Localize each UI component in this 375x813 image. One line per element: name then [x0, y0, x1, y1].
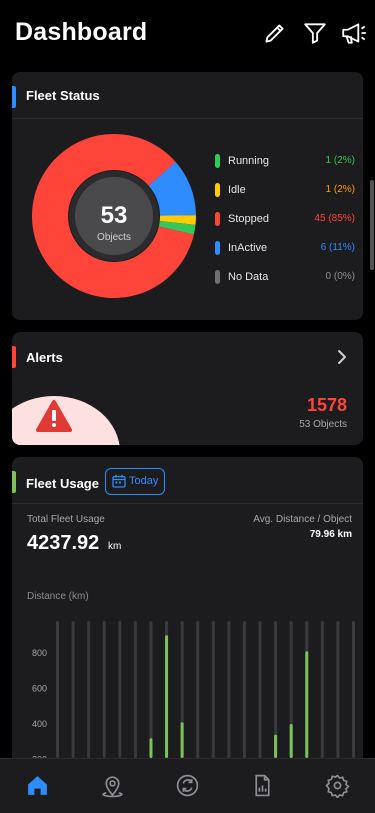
legend-running-value: 1 (2%) [325, 155, 355, 166]
fleet-status-title: Fleet Status [26, 88, 100, 103]
today-filter-label: Today [129, 475, 159, 487]
refresh-circle-icon [176, 774, 199, 797]
bar-track [352, 621, 355, 758]
legend-idle[interactable]: Idle 1 (2%) [215, 182, 355, 198]
bar-track [336, 621, 340, 758]
page-scrollbar[interactable] [370, 180, 374, 270]
fleet-usage-bar-chart[interactable]: 200400600800 [12, 607, 363, 758]
report-document-icon [255, 774, 270, 797]
fleet-status-accent [12, 86, 16, 108]
legend-stopped[interactable]: Stopped 45 (85%) [215, 211, 355, 227]
fleet-status-header: Fleet Status [12, 72, 363, 119]
bar-track [87, 621, 91, 758]
legend-no-data-marker [215, 270, 220, 284]
usage-bar[interactable] [274, 734, 278, 758]
legend-stopped-value: 45 (85%) [314, 213, 355, 224]
bar-track [227, 621, 231, 758]
legend-inactive[interactable]: InActive 6 (11%) [215, 240, 355, 256]
legend-running-marker [215, 154, 220, 168]
fleet-usage-card[interactable]: Fleet Usage Today Total Fleet Usage 4237… [12, 457, 363, 758]
fleet-status-donut-chart[interactable]: 53 Objects [30, 132, 198, 300]
chart-y-axis-label: Distance (km) [27, 591, 89, 602]
legend-idle-value: 1 (2%) [325, 184, 355, 195]
usage-bar[interactable] [305, 651, 309, 758]
bar-track [102, 621, 106, 758]
filter-icon[interactable] [302, 20, 328, 46]
alerts-title: Alerts [26, 350, 63, 365]
bar-track [258, 621, 262, 758]
nav-location[interactable] [75, 759, 150, 813]
bar-track [149, 621, 153, 758]
nav-live[interactable] [150, 759, 225, 813]
fleet-usage-accent [12, 471, 16, 493]
alerts-accent [12, 346, 16, 368]
alerts-header[interactable]: Alerts [12, 332, 363, 378]
fleet-status-card[interactable]: Fleet Status 53 Objects Running 1 (2%) I… [12, 72, 363, 320]
avg-distance-label: Avg. Distance / Object [253, 514, 352, 525]
home-icon [28, 776, 47, 795]
megaphone-icon[interactable] [340, 20, 368, 46]
total-fleet-usage-value: 4237.92 [27, 532, 100, 554]
bar-track [242, 621, 246, 758]
bar-track [133, 621, 137, 758]
fleet-usage-header: Fleet Usage Today [12, 457, 363, 504]
y-tick-label: 600 [32, 684, 47, 694]
donut-total-label: Objects [97, 232, 131, 243]
legend-no-data[interactable]: No Data 0 (0%) [215, 269, 355, 285]
legend-idle-label: Idle [228, 184, 246, 196]
today-filter-button[interactable]: Today [105, 468, 165, 495]
usage-bar[interactable] [289, 724, 293, 758]
total-fleet-usage-label: Total Fleet Usage [27, 514, 105, 525]
y-tick-label: 800 [32, 648, 47, 658]
avg-distance-value: 79.96 km [309, 529, 352, 540]
legend-no-data-label: No Data [228, 271, 269, 283]
calendar-icon [112, 474, 126, 488]
bar-track [320, 621, 324, 758]
legend-stopped-label: Stopped [228, 213, 269, 225]
edit-pencil-icon[interactable] [262, 20, 288, 46]
alerts-objects-count: 53 Objects [299, 419, 347, 430]
legend-no-data-value: 0 (0%) [325, 271, 355, 282]
bar-track [71, 621, 75, 758]
gear-icon [325, 774, 350, 798]
y-tick-label: 400 [32, 719, 47, 729]
legend-stopped-marker [215, 212, 220, 226]
alerts-illustration [12, 396, 120, 445]
donut-total-count: 53 [101, 202, 128, 229]
legend-idle-marker [215, 183, 220, 197]
nav-home[interactable] [0, 759, 75, 813]
chevron-right-icon[interactable] [335, 349, 349, 365]
legend-running[interactable]: Running 1 (2%) [215, 153, 355, 169]
legend-running-label: Running [228, 155, 269, 167]
bar-track [211, 621, 215, 758]
map-pin-icon [102, 776, 123, 798]
bar-track [196, 621, 200, 758]
page-title: Dashboard [15, 18, 148, 46]
total-fleet-usage-unit: km [108, 541, 122, 552]
header: Dashboard [0, 0, 375, 68]
alerts-count: 1578 [306, 395, 347, 415]
bar-track [118, 621, 122, 758]
nav-settings[interactable] [300, 759, 375, 813]
nav-reports[interactable] [225, 759, 300, 813]
fleet-usage-title: Fleet Usage [26, 476, 99, 491]
legend-inactive-value: 6 (11%) [320, 242, 355, 253]
alerts-card[interactable]: Alerts 1578 53 Objects [12, 332, 363, 445]
usage-bar[interactable] [180, 722, 184, 758]
usage-bar[interactable] [149, 738, 153, 758]
legend-inactive-label: InActive [228, 242, 268, 254]
usage-bar[interactable] [165, 635, 169, 758]
bottom-navigation [0, 758, 375, 813]
bar-track [56, 621, 59, 758]
legend-inactive-marker [215, 241, 220, 255]
